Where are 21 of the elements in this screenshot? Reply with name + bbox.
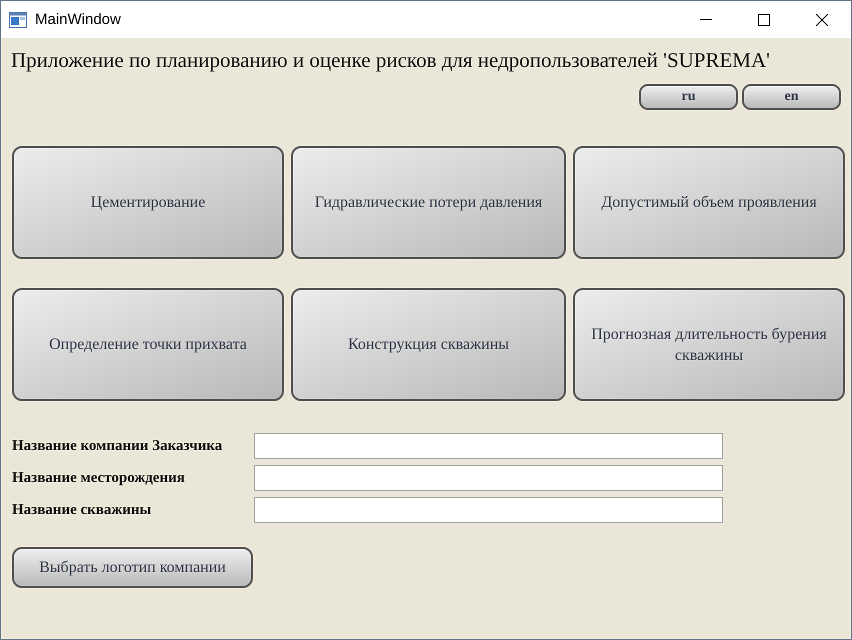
field-label: Название компании Заказчика bbox=[12, 438, 224, 454]
language-button[interactable]: ru bbox=[639, 84, 738, 110]
language-button[interactable]: en bbox=[742, 84, 841, 110]
minimize-icon bbox=[700, 18, 712, 20]
module-button[interactable]: Цементирование bbox=[12, 146, 284, 259]
input-field[interactable] bbox=[254, 433, 723, 459]
field-label: Название месторождения bbox=[12, 470, 186, 486]
window-title: MainWindow bbox=[35, 11, 122, 28]
app-icon bbox=[9, 12, 27, 28]
module-button[interactable]: Прогнозная длительность бурения скважины bbox=[573, 288, 845, 401]
input-field[interactable] bbox=[254, 465, 723, 491]
app-heading: Приложение по планированию и оценке рисков для недропользователей 'SUPREMA' bbox=[11, 48, 771, 73]
choose-logo-button[interactable]: Выбрать логотип компании bbox=[12, 547, 253, 588]
module-button[interactable]: Допустимый объем проявления bbox=[573, 146, 845, 259]
close-icon bbox=[816, 14, 828, 26]
field-label: Название скважины bbox=[12, 502, 152, 518]
module-button[interactable]: Конструкция скважины bbox=[291, 288, 566, 401]
input-field[interactable] bbox=[254, 497, 723, 523]
module-button[interactable]: Определение точки прихвата bbox=[12, 288, 284, 401]
maximize-icon bbox=[758, 14, 770, 26]
module-button[interactable]: Гидравлические потери давления bbox=[291, 146, 566, 259]
